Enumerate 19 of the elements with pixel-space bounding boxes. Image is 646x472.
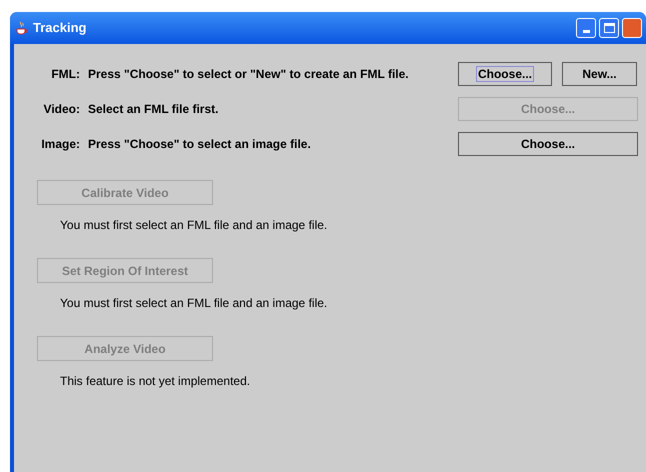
close-button[interactable] <box>622 18 642 38</box>
hint-text: You must first select an FML file and an image file. <box>60 217 328 234</box>
minimize-icon <box>582 30 590 33</box>
choose-button[interactable]: Choose... <box>458 62 552 86</box>
window-title: Tracking <box>33 19 86 38</box>
field-label: Image: <box>40 136 80 153</box>
minimize-button[interactable] <box>576 18 596 38</box>
status-message: Select an FML file first. <box>88 101 220 118</box>
maximize-icon <box>604 23 614 33</box>
choose-button[interactable]: Choose... <box>458 132 638 156</box>
status-message: Press "Choose" to select or "New" to create an FML file. <box>88 66 410 83</box>
field-label: Video: <box>42 101 80 118</box>
hint-text: This feature is not yet implemented. <box>60 373 252 390</box>
new-button[interactable]: New... <box>562 62 637 86</box>
maximize-button[interactable] <box>599 18 619 38</box>
field-label: FML: <box>50 66 80 83</box>
status-message: Press "Choose" to select an image file. <box>88 136 312 153</box>
coffee-cup-icon <box>16 21 28 35</box>
hint-text: You must first select an FML file and an image file. <box>60 295 328 312</box>
